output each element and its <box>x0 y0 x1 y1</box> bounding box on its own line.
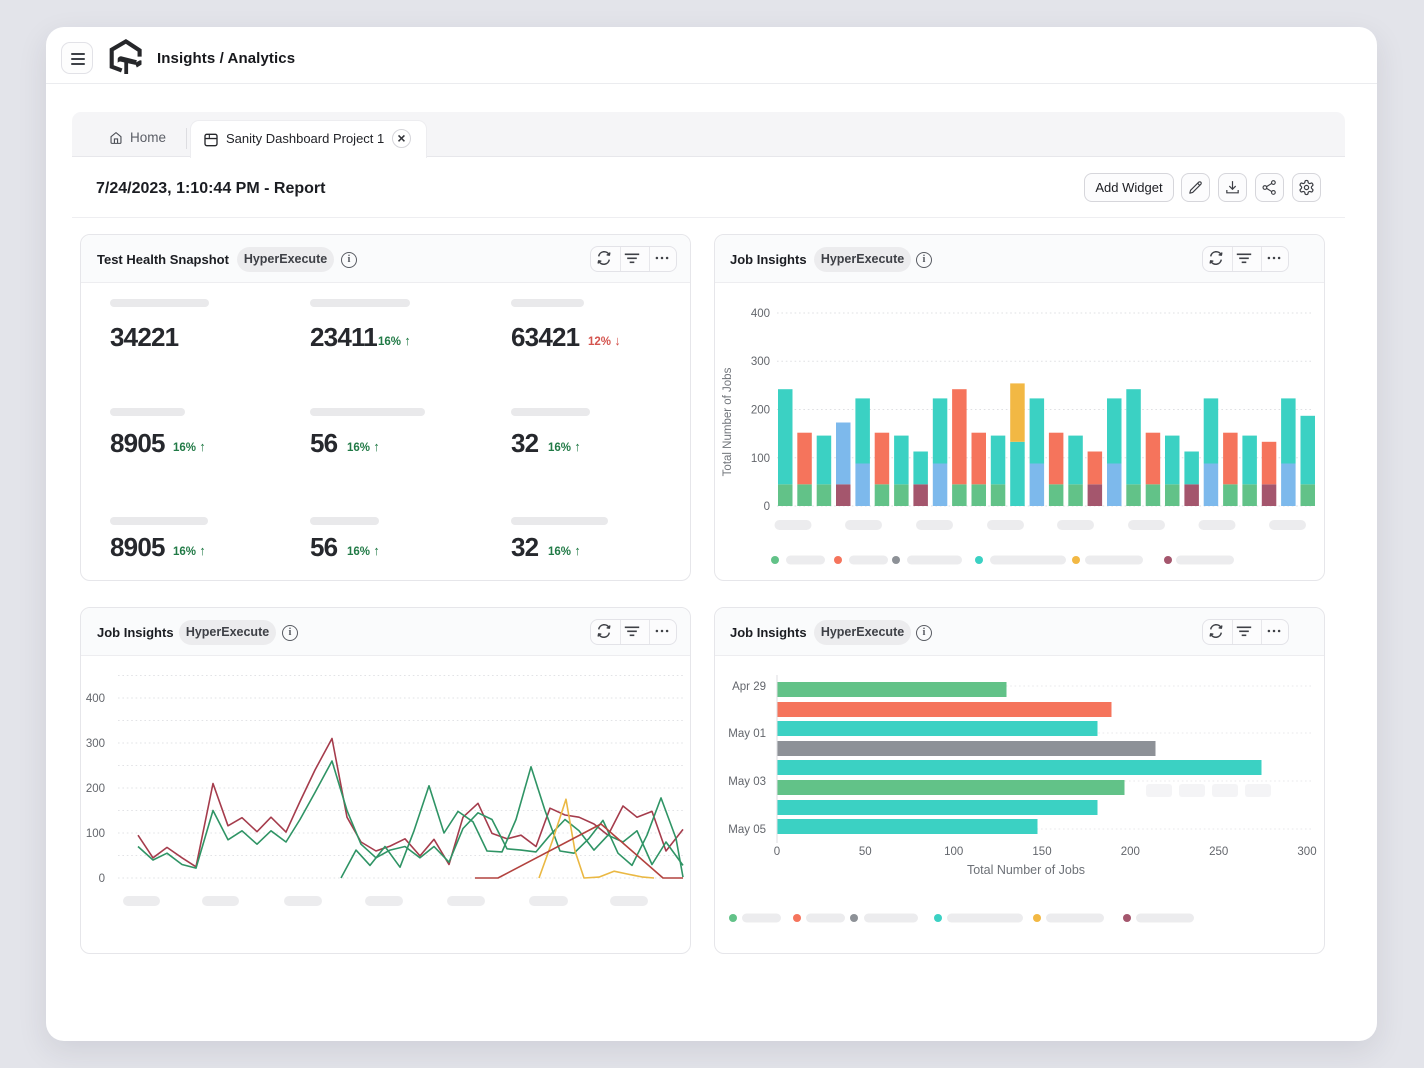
svg-text:0: 0 <box>764 501 770 513</box>
svg-text:250: 250 <box>1209 846 1228 858</box>
svg-text:200: 200 <box>86 783 105 795</box>
svg-text:300: 300 <box>86 738 105 750</box>
svg-text:400: 400 <box>86 693 105 705</box>
svg-text:300: 300 <box>751 356 770 368</box>
svg-text:100: 100 <box>944 846 963 858</box>
svg-text:100: 100 <box>751 453 770 465</box>
svg-text:200: 200 <box>1121 846 1140 858</box>
svg-text:0: 0 <box>774 846 780 858</box>
svg-text:400: 400 <box>751 308 770 320</box>
svg-text:May 01: May 01 <box>728 728 766 740</box>
svg-text:May 05: May 05 <box>728 824 766 836</box>
svg-text:Total Number of Jobs: Total Number of Jobs <box>722 367 734 476</box>
svg-text:Apr 29: Apr 29 <box>732 681 766 693</box>
svg-text:100: 100 <box>86 828 105 840</box>
svg-text:Total Number of Jobs: Total Number of Jobs <box>967 863 1085 877</box>
svg-text:200: 200 <box>751 405 770 417</box>
svg-text:May 03: May 03 <box>728 776 766 788</box>
svg-text:0: 0 <box>99 873 105 885</box>
svg-text:300: 300 <box>1297 846 1316 858</box>
svg-text:150: 150 <box>1032 846 1051 858</box>
svg-text:50: 50 <box>859 846 872 858</box>
